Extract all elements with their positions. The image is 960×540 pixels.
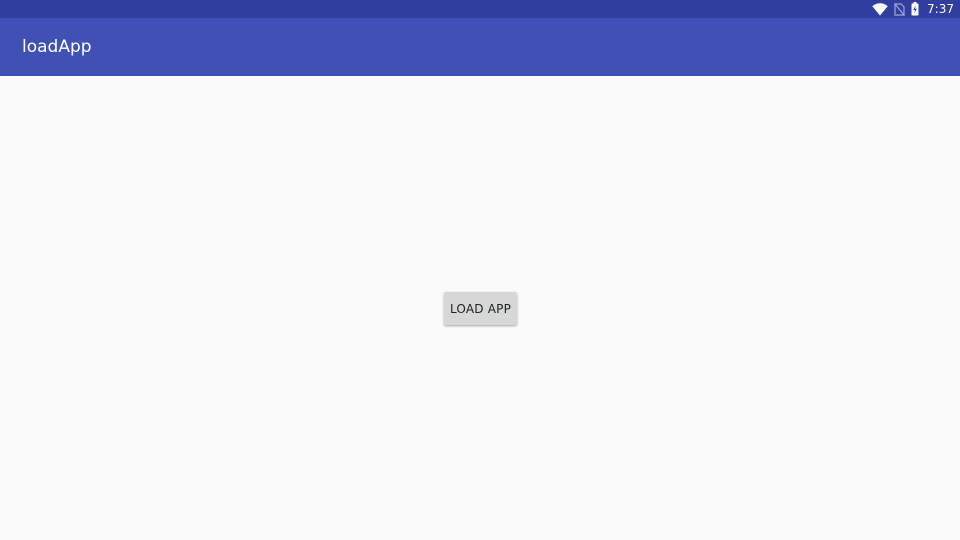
status-bar: 7:37 xyxy=(0,0,960,18)
app-screen: 7:37 loadApp LOAD APP xyxy=(0,0,960,540)
battery-charging-icon xyxy=(911,2,919,16)
app-toolbar: loadApp xyxy=(0,18,960,76)
wifi-icon xyxy=(872,2,888,16)
load-app-button[interactable]: LOAD APP xyxy=(444,292,517,325)
main-content: LOAD APP xyxy=(0,76,960,540)
no-sim-icon xyxy=(894,2,906,16)
status-clock: 7:37 xyxy=(927,2,954,16)
app-title: loadApp xyxy=(22,37,92,57)
status-icons: 7:37 xyxy=(872,0,954,18)
